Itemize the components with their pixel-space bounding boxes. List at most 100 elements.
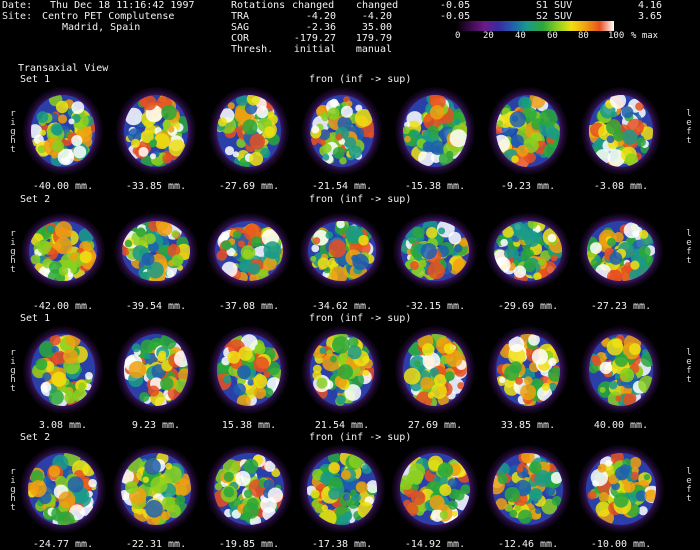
slice-position-caption: 15.38 mm.: [221, 420, 277, 431]
colorbar-tick: 40: [515, 31, 526, 41]
pet-slice-image[interactable]: [299, 443, 385, 535]
direction-label: fron (inf -> sup): [309, 74, 412, 85]
s1-min: -0.05: [440, 0, 471, 11]
slice-position-caption: -17.38 mm.: [311, 539, 373, 550]
rotation-v1: initial: [293, 44, 336, 55]
colorbar-unit: % max: [631, 31, 659, 41]
date-value: Thu Dec 18 11:16:42 1997: [50, 0, 195, 11]
rotation-name: SAG: [231, 22, 250, 33]
pet-slice-image[interactable]: [206, 85, 292, 177]
slice-position-caption: -15.38 mm.: [404, 181, 466, 192]
pet-slice-image[interactable]: [578, 443, 664, 535]
pet-slice-image[interactable]: [392, 443, 478, 535]
s1-max: 4.16: [638, 0, 663, 11]
pet-slice-image[interactable]: [113, 205, 199, 297]
rotation-name: TRA: [231, 11, 250, 22]
rotations-col2: changed: [356, 0, 399, 11]
s2-max: 3.65: [638, 11, 663, 22]
slice-position-caption: -34.62 mm.: [311, 301, 373, 312]
colorbar-tick: 100: [608, 31, 625, 41]
pet-slice-image[interactable]: [113, 85, 199, 177]
site-label: Site:: [2, 11, 33, 22]
slice-position-caption: -12.46 mm.: [497, 539, 559, 550]
rotations-col1: changed: [292, 0, 335, 11]
slice-position-caption: -40.00 mm.: [32, 181, 94, 192]
slice-position-caption: 40.00 mm.: [593, 420, 649, 431]
site-value: Centro PET Complutense: [42, 11, 175, 22]
pet-slice-image[interactable]: [392, 205, 478, 297]
rotation-name: COR: [231, 33, 250, 44]
pet-slice-image[interactable]: [578, 85, 664, 177]
colorbar-tick: 0: [455, 31, 461, 41]
colorbar-tick: 80: [578, 31, 589, 41]
pet-slice-image[interactable]: [485, 205, 571, 297]
pet-slice-image[interactable]: [578, 205, 664, 297]
slice-position-caption: -9.23 mm.: [500, 181, 556, 192]
slice-position-caption: 27.69 mm.: [407, 420, 463, 431]
s1-label: S1 SUV: [536, 0, 573, 11]
pet-slice-image[interactable]: [485, 443, 571, 535]
direction-label: fron (inf -> sup): [309, 432, 412, 443]
slice-position-caption: -14.92 mm.: [404, 539, 466, 550]
rotation-v2: 179.79: [355, 33, 392, 44]
date-label: Date:: [2, 0, 33, 11]
set-label: Set 1: [20, 74, 51, 85]
slice-position-caption: -3.08 mm.: [593, 181, 649, 192]
slice-position-caption: -10.00 mm.: [590, 539, 652, 550]
rotation-v2: manual: [355, 44, 392, 55]
pet-slice-image[interactable]: [20, 85, 106, 177]
pet-slice-image[interactable]: [485, 85, 571, 177]
direction-label: fron (inf -> sup): [309, 313, 412, 324]
side-label-left: left: [686, 109, 692, 146]
slice-position-caption: -27.23 mm.: [590, 301, 652, 312]
side-label-right: right: [10, 348, 16, 394]
slice-position-caption: -32.15 mm.: [404, 301, 466, 312]
pet-slice-image[interactable]: [20, 205, 106, 297]
set-label: Set 1: [20, 313, 51, 324]
slice-position-caption: -19.85 mm.: [218, 539, 280, 550]
view-title: Transaxial View: [18, 63, 109, 74]
pet-slice-image[interactable]: [299, 85, 385, 177]
pet-slice-image[interactable]: [113, 443, 199, 535]
slice-position-caption: -22.31 mm.: [125, 539, 187, 550]
pet-slice-image[interactable]: [392, 85, 478, 177]
pet-slice-image[interactable]: [206, 205, 292, 297]
set-label: Set 2: [20, 194, 51, 205]
slice-position-caption: -37.08 mm.: [218, 301, 280, 312]
colorbar-gradient: [456, 21, 614, 31]
pet-slice-image[interactable]: [20, 443, 106, 535]
slice-position-caption: 3.08 mm.: [38, 420, 88, 431]
colorbar-tick: 20: [483, 31, 494, 41]
side-label-left: left: [686, 348, 692, 385]
pet-slice-image[interactable]: [299, 324, 385, 416]
side-label-right: right: [10, 109, 16, 155]
pet-slice-image[interactable]: [299, 205, 385, 297]
slice-position-caption: 33.85 mm.: [500, 420, 556, 431]
pet-slice-image[interactable]: [113, 324, 199, 416]
direction-label: fron (inf -> sup): [309, 194, 412, 205]
side-label-left: left: [686, 467, 692, 504]
rotation-v2: 35.00: [361, 22, 392, 33]
pet-slice-image[interactable]: [485, 324, 571, 416]
slice-position-caption: -33.85 mm.: [125, 181, 187, 192]
rotations-col-label: Rotations: [231, 0, 286, 11]
side-label-right: right: [10, 467, 16, 513]
slice-position-caption: -21.54 mm.: [311, 181, 373, 192]
side-label-right: right: [10, 229, 16, 275]
rotation-v2: -4.20: [361, 11, 392, 22]
pet-slice-image[interactable]: [206, 324, 292, 416]
site-line2: Madrid, Spain: [62, 22, 141, 33]
set-label: Set 2: [20, 432, 51, 443]
rotation-v1: -179.27: [293, 33, 336, 44]
slice-position-caption: -42.00 mm.: [32, 301, 94, 312]
rotation-v1: -2.36: [305, 22, 336, 33]
slice-position-caption: -29.69 mm.: [497, 301, 559, 312]
pet-slice-image[interactable]: [392, 324, 478, 416]
slice-position-caption: -24.77 mm.: [32, 539, 94, 550]
pet-slice-image[interactable]: [20, 324, 106, 416]
pet-slice-image[interactable]: [206, 443, 292, 535]
colorbar: [456, 21, 614, 31]
side-label-left: left: [686, 229, 692, 266]
pet-slice-image[interactable]: [578, 324, 664, 416]
slice-position-caption: -39.54 mm.: [125, 301, 187, 312]
